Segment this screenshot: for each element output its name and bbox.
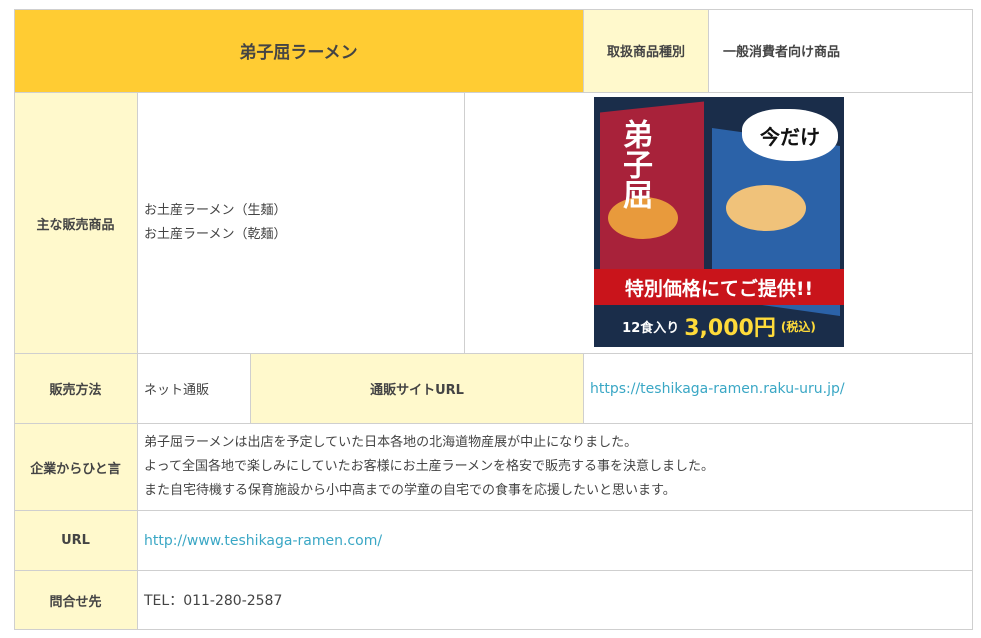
price-row: 12食入り 3,000円 (税込) [594,309,844,343]
special-price-banner: 特別価格にてご提供!! [594,269,844,305]
category-value: 一般消費者向け商品 [723,45,841,60]
message-label: 企業からひと言 [30,461,121,477]
category-label: 取扱商品種別 [606,45,685,60]
box-brand-text: 弟子屈 [617,119,652,209]
contact-header: 問合せ先 [14,571,138,630]
shop-url-header: 通販サイトURL [251,354,584,424]
shop-url-link[interactable]: https://teshikaga-ramen.raku-uru.jp/ [590,381,845,397]
limited-time-badge: 今だけ [742,109,838,161]
product-image: 弟子屈 今だけ 特別価格にてご提供!! 12食入り 3,000円 (税込) [594,97,844,347]
product-item: お土産ラーメン（生麺） [144,203,287,218]
contact-cell: TEL：011-280-2587 [138,571,973,630]
company-title-cell: 弟子屈ラーメン [14,9,584,93]
sales-method-value-cell: ネット通販 [138,354,251,424]
category-value-cell: 一般消費者向け商品 [709,9,973,93]
message-line: よって全国各地で楽しみにしていたお客様にお土産ラーメンを格安で販売する事を決意し… [144,459,715,474]
contact-label: 問合せ先 [49,594,102,610]
website-link[interactable]: http://www.teshikaga-ramen.com/ [144,533,382,549]
sales-method-value: ネット通販 [144,383,210,398]
company-title: 弟子屈ラーメン [239,43,358,63]
message-line: また自宅待機する保育施設から小中高までの学童の自宅での食事を応援したいと思います… [144,483,676,498]
shop-url-cell: https://teshikaga-ramen.raku-uru.jp/ [584,354,973,424]
price-text: 3,000円 [684,316,776,341]
products-label: 主な販売商品 [36,217,115,233]
quantity-text: 12食入り [622,320,680,336]
product-item: お土産ラーメン（乾麺） [144,227,287,242]
sales-method-label: 販売方法 [49,383,102,398]
url-header: URL [14,511,138,571]
category-header: 取扱商品種別 [584,9,709,93]
message-header: 企業からひと言 [14,424,138,511]
company-info-table: 弟子屈ラーメン 取扱商品種別 一般消費者向け商品 主な販売商品 お土産ラーメン（… [14,9,973,630]
products-list: お土産ラーメン（生麺） お土産ラーメン（乾麺） [138,93,465,354]
tax-text: (税込) [780,319,816,334]
message-line: 弟子屈ラーメンは出店を予定していた日本各地の北海道物産展が中止になりました。 [144,435,638,450]
shop-url-label: 通販サイトURL [370,383,464,398]
message-body: 弟子屈ラーメンは出店を予定していた日本各地の北海道物産展が中止になりました。 よ… [138,424,973,511]
url-label: URL [61,533,90,548]
ramen-bowl-image [726,185,806,231]
products-header: 主な販売商品 [14,93,138,354]
url-cell: http://www.teshikaga-ramen.com/ [138,511,973,571]
sales-method-header: 販売方法 [14,354,138,424]
phone-number: TEL：011-280-2587 [144,593,283,609]
